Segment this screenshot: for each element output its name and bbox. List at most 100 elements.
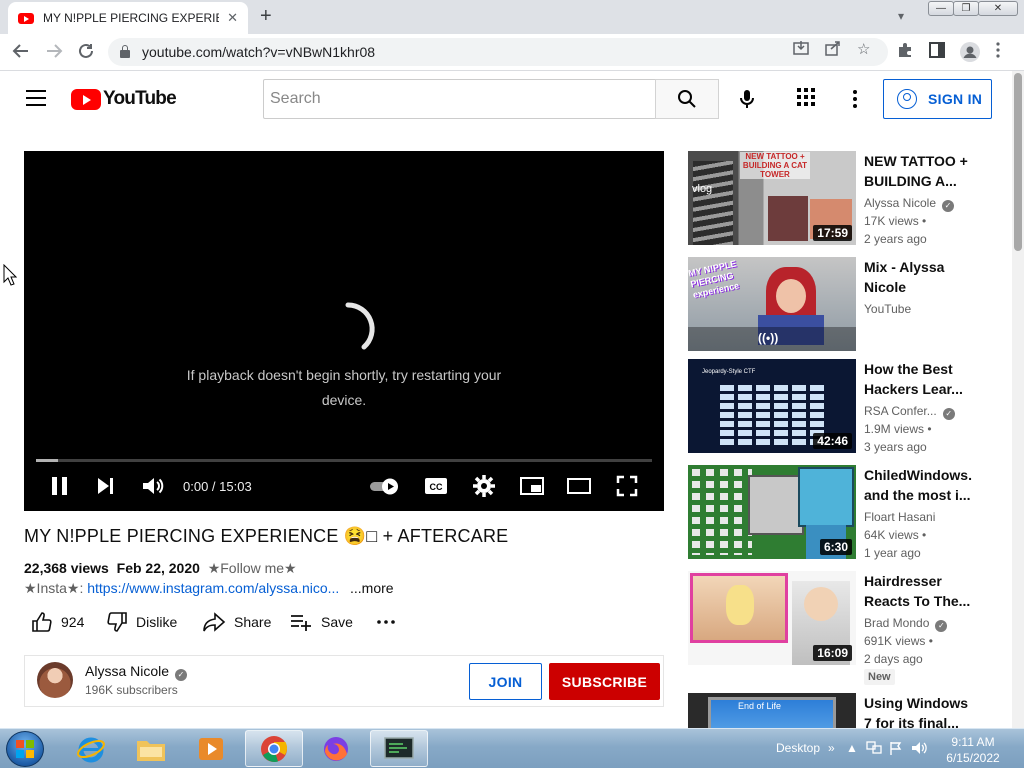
search-button[interactable] xyxy=(655,79,719,119)
restore-button[interactable]: ❐ xyxy=(953,1,979,16)
recommendation-title[interactable]: NEW TATTOO + BUILDING A... xyxy=(864,151,974,191)
action-center-flag-icon[interactable] xyxy=(889,741,903,758)
desktop-chevron-icon[interactable]: » xyxy=(828,741,835,755)
clock-date: 6/15/2022 xyxy=(946,751,1000,765)
tab-close-icon[interactable]: ✕ xyxy=(227,10,238,26)
recommendation-channel: YouTube xyxy=(864,302,912,316)
extensions-puzzle-icon[interactable] xyxy=(897,42,913,62)
video-duration: 6:30 xyxy=(819,539,852,555)
windows-taskbar: Desktop » ▲ 9:11 AM 6/15/2022 xyxy=(0,728,1024,768)
forward-arrow-icon[interactable] xyxy=(45,42,63,64)
captions-cc-icon[interactable]: CC xyxy=(423,473,449,499)
join-button[interactable]: JOIN xyxy=(469,663,542,700)
recommendation-item[interactable]: MY N!PPLE PIERCING experience ((•)) Mix … xyxy=(688,257,988,353)
install-icon[interactable] xyxy=(793,40,809,60)
scrollbar-thumb[interactable] xyxy=(1014,73,1022,251)
pause-icon[interactable] xyxy=(48,473,72,499)
recommendation-channel: RSA Confer... ✓ xyxy=(864,404,955,420)
recommendation-item[interactable]: NEW TATTOO + BUILDING A CAT TOWER vlog 1… xyxy=(688,151,988,247)
description-follow: ★Follow me★ xyxy=(207,560,297,576)
internet-explorer-icon[interactable] xyxy=(62,730,120,767)
verified-check-icon: ✓ xyxy=(942,408,955,420)
miniplayer-icon[interactable] xyxy=(518,473,546,499)
instagram-link[interactable]: https://www.instagram.com/alyssa.nico... xyxy=(87,580,339,596)
close-window-button[interactable]: ✕ xyxy=(978,1,1018,16)
minimize-button[interactable]: — xyxy=(928,1,954,16)
recommendation-title[interactable]: How the Best Hackers Lear... xyxy=(864,359,974,399)
progress-bar[interactable] xyxy=(36,459,652,462)
recommendation-item[interactable]: Jeopardy-Style CTF 42:46 How the Best Ha… xyxy=(688,359,988,455)
video-thumbnail[interactable]: 16:09 xyxy=(688,571,856,665)
recommendation-title[interactable]: Hairdresser Reacts To The... xyxy=(864,571,974,611)
media-player-icon[interactable] xyxy=(182,730,240,767)
recommendation-channel: Alyssa Nicole ✓ xyxy=(864,196,955,212)
profile-avatar-icon[interactable] xyxy=(960,42,980,66)
more-actions-icon[interactable] xyxy=(376,608,404,636)
video-meta: 22,368 views Feb 22, 2020 ★Follow me★ xyxy=(24,560,297,577)
system-clock[interactable]: 9:11 AM 6/15/2022 xyxy=(940,734,1006,766)
file-explorer-icon[interactable] xyxy=(122,730,180,767)
dislike-label: Dislike xyxy=(136,614,178,630)
video-thumbnail[interactable]: End of Life xyxy=(688,693,856,728)
fullscreen-icon[interactable] xyxy=(614,473,640,499)
bookmark-star-icon[interactable]: ☆ xyxy=(857,40,870,58)
autoplay-toggle-icon[interactable] xyxy=(368,473,402,499)
search-input[interactable]: Search xyxy=(263,79,656,119)
share-page-icon[interactable] xyxy=(825,40,841,60)
hamburger-menu-icon[interactable] xyxy=(26,90,46,106)
start-button[interactable] xyxy=(6,731,44,767)
browser-menu-icon[interactable] xyxy=(996,42,1000,62)
back-arrow-icon[interactable] xyxy=(12,42,30,64)
video-thumbnail[interactable]: NEW TATTOO + BUILDING A CAT TOWER vlog 1… xyxy=(688,151,856,245)
video-thumbnail[interactable]: MY N!PPLE PIERCING experience ((•)) xyxy=(688,257,856,351)
volume-tray-icon[interactable] xyxy=(911,741,929,758)
like-button[interactable]: 924 xyxy=(31,608,84,636)
desktop-toolbar-label[interactable]: Desktop xyxy=(776,741,820,755)
tab-search-chevron-icon[interactable]: ▾ xyxy=(898,9,904,23)
recommendation-item[interactable]: 6:30 ChiledWindows. and the most i... Fl… xyxy=(688,465,988,561)
browser-tab[interactable]: MY N!PPLE PIERCING EXPERIENCE ✕ xyxy=(8,2,248,34)
terminal-app-icon[interactable] xyxy=(370,730,428,767)
insta-label: ★Insta★: xyxy=(24,580,84,596)
voice-search-mic-icon[interactable] xyxy=(735,87,759,111)
video-thumbnail[interactable]: Jeopardy-Style CTF 42:46 xyxy=(688,359,856,453)
channel-name[interactable]: Alyssa Nicole ✓ xyxy=(85,663,188,681)
time-display: 0:00 / 15:03 xyxy=(183,479,252,494)
new-tab-button[interactable]: + xyxy=(260,6,272,26)
recommendation-title[interactable]: ChiledWindows. and the most i... xyxy=(864,465,974,505)
video-thumbnail[interactable]: 6:30 xyxy=(688,465,856,559)
recommendation-item[interactable]: 16:09 Hairdresser Reacts To The... Brad … xyxy=(688,571,988,689)
theater-mode-icon[interactable] xyxy=(565,473,593,499)
address-bar[interactable]: youtube.com/watch?v=vNBwN1khr08 xyxy=(108,38,888,66)
network-icon[interactable] xyxy=(866,741,882,758)
show-more-link[interactable]: ...more xyxy=(350,580,394,596)
recommendation-title[interactable]: Mix - Alyssa Nicole xyxy=(864,257,974,297)
dislike-button[interactable]: Dislike xyxy=(106,608,177,636)
chrome-icon[interactable] xyxy=(245,730,303,767)
browser-toolbar: youtube.com/watch?v=vNBwN1khr08 ☆ xyxy=(0,34,1024,71)
channel-name-text: Alyssa Nicole xyxy=(85,663,170,679)
like-count: 924 xyxy=(61,614,85,630)
youtube-logo[interactable]: YouTube xyxy=(71,88,177,110)
channel-avatar[interactable] xyxy=(37,662,73,698)
share-button[interactable]: Share xyxy=(202,608,271,636)
settings-more-icon[interactable] xyxy=(848,87,860,111)
reload-icon[interactable] xyxy=(77,42,95,64)
add-to-playlist-icon xyxy=(291,615,311,631)
page-scrollbar[interactable] xyxy=(1012,71,1024,728)
subscribe-button[interactable]: SUBSCRIBE xyxy=(549,663,660,700)
recommendation-item[interactable]: End of Life Using Windows 7 for its fina… xyxy=(688,693,988,728)
show-hidden-icons-icon[interactable]: ▲ xyxy=(846,741,858,755)
volume-icon[interactable] xyxy=(140,473,166,499)
youtube-apps-grid-icon[interactable] xyxy=(797,88,817,108)
firefox-icon[interactable] xyxy=(307,730,365,767)
save-button[interactable]: Save xyxy=(289,608,353,636)
side-panel-icon[interactable] xyxy=(929,42,945,62)
recommendation-channel: Brad Mondo ✓ xyxy=(864,616,948,632)
video-player[interactable]: If playback doesn't begin shortly, try r… xyxy=(24,151,664,511)
sign-in-button[interactable]: SIGN IN xyxy=(883,79,992,119)
next-video-icon[interactable] xyxy=(94,473,118,499)
publish-date: Feb 22, 2020 xyxy=(116,560,200,576)
recommendation-title[interactable]: Using Windows 7 for its final... xyxy=(864,693,974,728)
settings-gear-icon[interactable] xyxy=(471,473,497,499)
